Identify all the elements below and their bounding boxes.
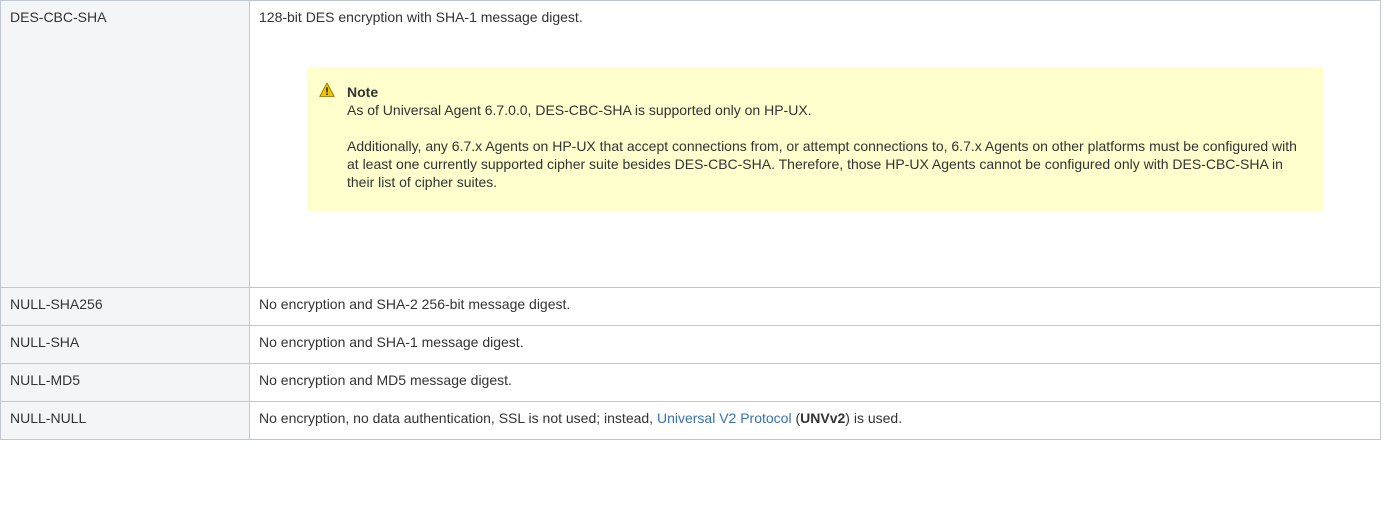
cipher-name-cell: NULL-NULL — [0, 401, 250, 440]
table-row: NULL-NULL No encryption, no data authent… — [0, 401, 1381, 440]
table-row: DES-CBC-SHA 128-bit DES encryption with … — [0, 0, 1381, 288]
note-text: Additionally, any 6.7.x Agents on HP-UX … — [347, 138, 1297, 190]
warning-icon — [319, 82, 335, 98]
note-title: Note — [347, 84, 379, 100]
table-row: NULL-SHA256 No encryption and SHA-2 256-… — [0, 287, 1381, 326]
cipher-suites-table: DES-CBC-SHA 128-bit DES encryption with … — [0, 0, 1381, 440]
cipher-name-cell: NULL-MD5 — [0, 363, 250, 402]
cipher-name-cell: NULL-SHA256 — [0, 287, 250, 326]
cipher-description-cell: No encryption and SHA-1 message digest. — [249, 325, 1381, 364]
cipher-description-cell: 128-bit DES encryption with SHA-1 messag… — [249, 0, 1381, 288]
description-text: ) is used. — [845, 410, 903, 426]
cipher-description: 128-bit DES encryption with SHA-1 messag… — [259, 9, 583, 25]
cipher-name-cell: NULL-SHA — [0, 325, 250, 364]
table-row: NULL-MD5 No encryption and MD5 message d… — [0, 363, 1381, 402]
table-row: NULL-SHA No encryption and SHA-1 message… — [0, 325, 1381, 364]
cipher-description-cell: No encryption and MD5 message digest. — [249, 363, 1381, 402]
cipher-name-cell: DES-CBC-SHA — [0, 0, 250, 288]
cipher-description-cell: No encryption, no data authentication, S… — [249, 401, 1381, 440]
universal-v2-protocol-link[interactable]: Universal V2 Protocol — [657, 410, 792, 426]
description-text: No encryption, no data authentication, S… — [259, 410, 657, 426]
note-panel: Note As of Universal Agent 6.7.0.0, DES-… — [307, 67, 1323, 211]
protocol-acronym: UNVv2 — [800, 410, 846, 426]
cipher-description-cell: No encryption and SHA-2 256-bit message … — [249, 287, 1381, 326]
description-text: ( — [791, 410, 801, 426]
note-text: As of Universal Agent 6.7.0.0, DES-CBC-S… — [347, 102, 812, 118]
